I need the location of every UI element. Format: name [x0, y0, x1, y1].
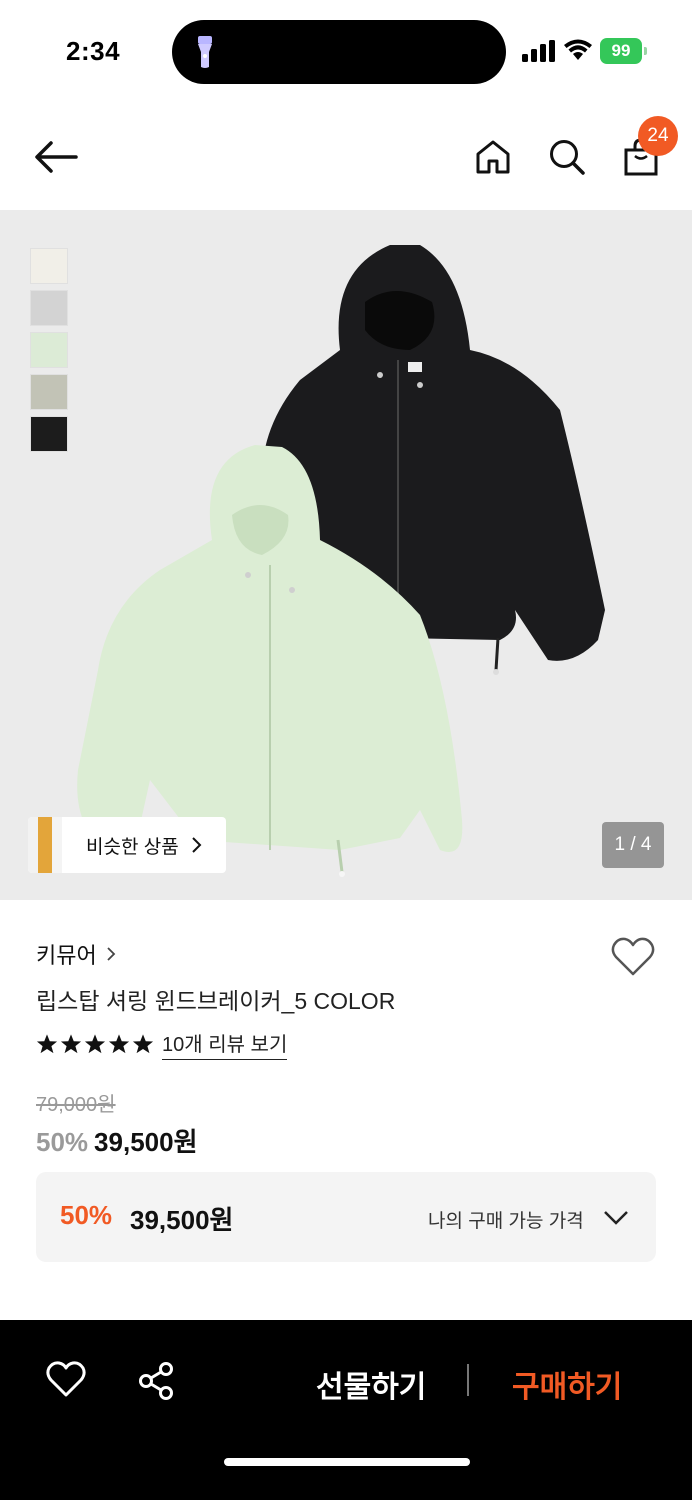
- sale-price-row: 50% 39,500원: [36, 1122, 198, 1159]
- chevron-right-icon: [191, 837, 202, 853]
- home-icon: [476, 140, 510, 174]
- color-swatches: [30, 248, 70, 458]
- brand-link[interactable]: 키뮤어: [36, 938, 117, 970]
- star-icon: [108, 1034, 130, 1054]
- chevron-right-icon: [107, 947, 116, 961]
- my-price-discount: 50%: [60, 1200, 113, 1230]
- star-rating: [36, 1033, 154, 1055]
- bottom-action-bar: 선물하기 구매하기: [0, 1320, 692, 1500]
- swatch-black[interactable]: [30, 416, 68, 452]
- search-button[interactable]: [544, 132, 590, 182]
- home-button[interactable]: [470, 132, 516, 182]
- wishlist-heart-button[interactable]: [610, 936, 656, 978]
- buy-button[interactable]: 구매하기: [512, 1362, 622, 1406]
- like-heart-button[interactable]: [46, 1360, 86, 1400]
- similar-products-button[interactable]: 비슷한 상품: [28, 817, 226, 873]
- my-price-label: 나의 구매 가능 가격: [428, 1211, 584, 1232]
- star-icon: [36, 1034, 58, 1054]
- divider: [467, 1364, 469, 1396]
- battery-level: 99: [600, 38, 642, 64]
- search-icon: [550, 140, 585, 175]
- product-image-carousel[interactable]: 비슷한 상품 1 / 4: [0, 210, 692, 900]
- review-link[interactable]: 10개 리뷰 보기: [162, 1028, 288, 1060]
- back-button[interactable]: [28, 132, 84, 182]
- rating-row: 10개 리뷰 보기: [36, 1028, 288, 1060]
- brand-name: 키뮤어: [36, 943, 97, 968]
- chevron-down-icon: [604, 1211, 628, 1225]
- arrow-left-icon: [35, 141, 78, 173]
- star-icon: [132, 1034, 154, 1054]
- similar-product-thumbnail: [28, 817, 62, 873]
- discount-rate: 50%: [36, 1127, 89, 1157]
- star-icon: [60, 1034, 82, 1054]
- star-icon: [84, 1034, 106, 1054]
- image-counter: 1 / 4: [602, 822, 664, 868]
- my-price-value: 39,500원: [130, 1205, 234, 1235]
- flashlight-icon: [198, 36, 212, 68]
- top-nav: [0, 100, 692, 210]
- share-button[interactable]: [136, 1360, 178, 1402]
- product-title: 립스탑 셔링 윈드브레이커_5 COLOR: [36, 988, 396, 1014]
- product-image: [77, 245, 605, 877]
- similar-products-label: 비슷한 상품: [86, 836, 179, 858]
- cart-count-badge: 24: [638, 116, 678, 156]
- cellular-signal-icon: [522, 40, 555, 62]
- battery-icon: 99: [600, 38, 648, 64]
- home-indicator: [224, 1458, 470, 1466]
- dynamic-island: [172, 20, 506, 84]
- swatch-ivory[interactable]: [30, 248, 68, 284]
- gift-button[interactable]: 선물하기: [316, 1362, 426, 1406]
- my-price-panel[interactable]: 50% 39,500원 나의 구매 가능 가격: [36, 1172, 656, 1262]
- sale-price: 39,500원: [94, 1127, 198, 1157]
- status-time: 2:34: [66, 36, 121, 66]
- original-price: 79,000원: [36, 1094, 116, 1116]
- swatch-khaki[interactable]: [30, 374, 68, 410]
- wifi-icon: [564, 39, 592, 60]
- swatch-gray[interactable]: [30, 290, 68, 326]
- swatch-mint[interactable]: [30, 332, 68, 368]
- status-bar: 2:34 99: [0, 0, 692, 100]
